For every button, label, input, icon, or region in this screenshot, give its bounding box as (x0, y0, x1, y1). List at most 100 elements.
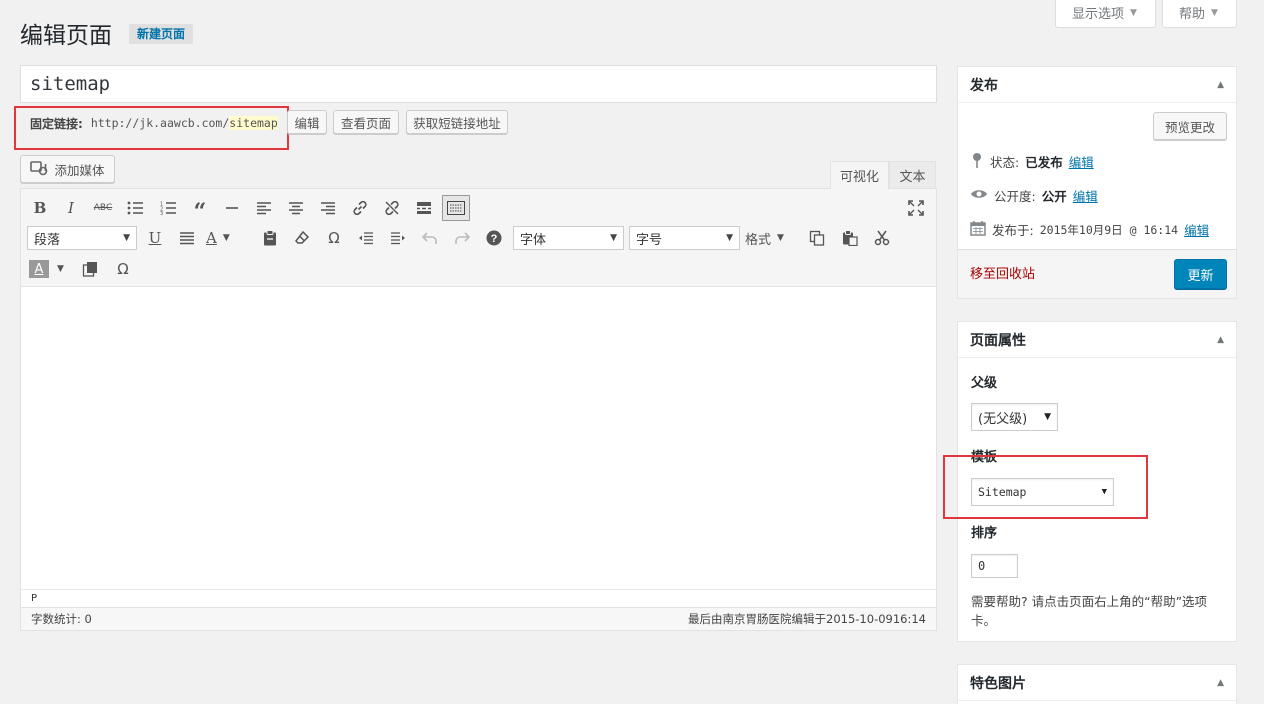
font-family-select[interactable]: 字体 ▼ (513, 226, 624, 250)
outdent-icon[interactable] (353, 225, 379, 251)
omega-icon[interactable]: Ω (110, 256, 136, 282)
media-icon (30, 160, 48, 179)
publish-header[interactable]: 发布 ▲ (958, 67, 1236, 103)
align-left-icon[interactable] (251, 195, 277, 221)
screen-options-label: 显示选项 (1072, 7, 1125, 22)
svg-text:?: ? (491, 233, 498, 245)
toolbar-toggle-icon[interactable] (442, 195, 470, 221)
undo-icon[interactable] (417, 225, 443, 251)
collapse-icon[interactable]: ▲ (1217, 678, 1224, 688)
preview-changes-button[interactable]: 预览更改 (1153, 112, 1227, 140)
horizontal-line-icon[interactable] (219, 195, 245, 221)
special-character-icon[interactable]: Ω (321, 225, 347, 251)
collapse-icon[interactable]: ▲ (1217, 335, 1224, 345)
published-label: 发布于: (992, 223, 1034, 238)
clear-formatting-icon[interactable] (289, 225, 315, 251)
help-icon[interactable]: ? (481, 225, 507, 251)
bold-icon[interactable]: B (27, 195, 53, 221)
font-size-select-value: 字号 (636, 232, 663, 248)
strikethrough-icon[interactable]: ABC (90, 195, 116, 221)
align-center-icon[interactable] (283, 195, 309, 221)
redo-icon[interactable] (449, 225, 475, 251)
visibility-edit-link[interactable]: 编辑 (1073, 186, 1098, 205)
justify-icon[interactable] (174, 225, 200, 251)
paste-icon[interactable] (837, 225, 863, 251)
template-highlight-box (943, 455, 1148, 519)
parent-label: 父级 (971, 376, 998, 391)
published-value: 2015年10月9日 @ 16:14 (1039, 222, 1179, 237)
order-label: 排序 (971, 526, 998, 541)
get-shortlink-button[interactable]: 获取短链接地址 (406, 110, 508, 134)
status-label: 状态: (990, 155, 1020, 170)
status-row: 状态: 已发布 编辑 (970, 152, 1094, 171)
add-media-label: 添加媒体 (54, 162, 105, 178)
editor-content[interactable] (21, 288, 936, 588)
page-title: 编辑页面 (20, 23, 112, 49)
font-size-select[interactable]: 字号 ▼ (629, 226, 740, 250)
permalink-edit-button[interactable]: 编辑 (287, 110, 327, 134)
blockquote-icon[interactable]: “ (187, 195, 213, 225)
published-date-row: 发布于: 2015年10月9日 @ 16:14 编辑 (970, 220, 1209, 239)
screen-options-tab[interactable]: 显示选项 ▼ (1055, 0, 1156, 28)
order-input[interactable]: 0 (971, 554, 1018, 578)
bullet-list-icon[interactable] (122, 195, 148, 221)
page-attributes-header[interactable]: 页面属性 ▲ (958, 322, 1236, 358)
visibility-row: 公开度: 公开 编辑 (970, 186, 1098, 205)
tab-text[interactable]: 文本 (889, 161, 936, 189)
help-tab[interactable]: 帮助 ▼ (1162, 0, 1237, 28)
move-to-trash-link[interactable]: 移至回收站 (970, 263, 1035, 282)
chevron-down-icon: ▼ (123, 233, 130, 243)
indent-icon[interactable] (385, 225, 411, 251)
editor-status-bar: 字数统计: 0 最后由南京胃肠医院编辑于2015-10-0916:14 (21, 607, 936, 630)
view-page-button[interactable]: 查看页面 (333, 110, 399, 134)
last-edited: 最后由南京胃肠医院编辑于2015-10-0916:14 (688, 612, 926, 626)
publish-title: 发布 (970, 77, 998, 94)
align-right-icon[interactable] (315, 195, 341, 221)
published-edit-link[interactable]: 编辑 (1184, 220, 1209, 239)
italic-icon[interactable]: I (58, 195, 84, 221)
chevron-down-icon: ▼ (610, 233, 617, 243)
visibility-value: 公开 (1041, 189, 1067, 204)
collapse-icon[interactable]: ▲ (1217, 80, 1224, 90)
permalink-row: 固定链接: http://jk.aawcb.com/sitemap (30, 112, 278, 134)
parent-select-value: (无父级) (978, 411, 1028, 427)
permalink-url[interactable]: http://jk.aawcb.com/sitemap (91, 116, 278, 130)
background-color-icon[interactable]: A ▼ (29, 256, 69, 282)
link-icon[interactable] (347, 195, 373, 221)
permalink-slug: sitemap (229, 116, 278, 130)
add-media-button[interactable]: 添加媒体 (20, 155, 115, 183)
page-attributes-title: 页面属性 (970, 332, 1026, 349)
unlink-icon[interactable] (379, 195, 405, 221)
new-page-button[interactable]: 新建页面 (129, 24, 194, 44)
permalink-label: 固定链接: (30, 116, 83, 131)
paste-word-icon[interactable] (77, 256, 103, 282)
svg-text:3: 3 (160, 211, 163, 215)
post-title-input[interactable]: sitemap (20, 65, 937, 103)
status-value: 已发布 (1025, 155, 1063, 170)
paste-text-icon[interactable] (257, 225, 283, 251)
paragraph-select[interactable]: 段落 ▼ (27, 226, 137, 250)
featured-image-title: 特色图片 (970, 675, 1026, 692)
element-path: P (21, 589, 936, 607)
post-title-text: sitemap (30, 73, 111, 95)
copy-icon[interactable] (804, 225, 830, 251)
featured-image-header[interactable]: 特色图片 ▲ (958, 665, 1236, 701)
tab-visual[interactable]: 可视化 (830, 161, 889, 189)
underline-icon[interactable]: U (142, 225, 168, 251)
cut-icon[interactable] (869, 225, 895, 251)
text-color-icon[interactable]: A ▼ (206, 225, 244, 251)
read-more-icon[interactable] (411, 195, 437, 221)
parent-select[interactable]: (无父级) ▼ (971, 403, 1058, 431)
fullscreen-icon[interactable] (903, 195, 929, 221)
eye-icon (970, 188, 988, 203)
formats-label: 格式 (745, 232, 772, 248)
help-label: 帮助 (1179, 7, 1206, 22)
visibility-label: 公开度: (994, 189, 1036, 204)
formats-menu[interactable]: 格式 ▼ (745, 225, 797, 251)
status-edit-link[interactable]: 编辑 (1069, 152, 1094, 171)
update-button[interactable]: 更新 (1174, 259, 1227, 289)
publish-box: 发布 ▲ 预览更改 状态: 已发布 编辑 公开度: 公开 编辑 发布于: 201… (957, 66, 1237, 299)
page-attributes-help: 需要帮助? 请点击页面右上角的“帮助”选项卡。 (971, 594, 1208, 628)
numbered-list-icon[interactable]: 123 (155, 195, 181, 221)
chevron-down-icon: ▼ (1044, 412, 1051, 422)
